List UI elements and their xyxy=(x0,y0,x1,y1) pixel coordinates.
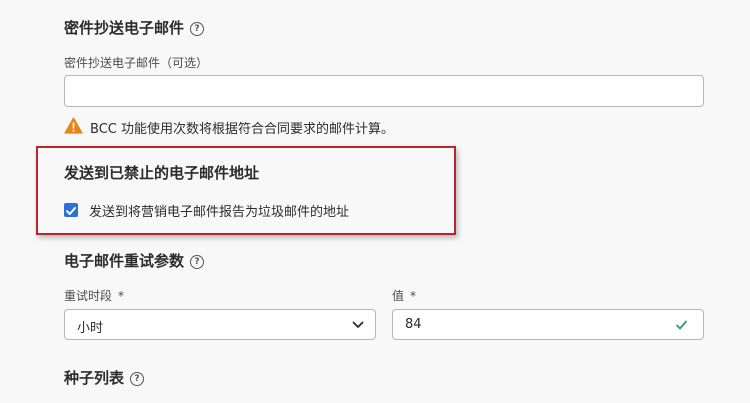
required-mark: * xyxy=(410,289,417,303)
banned-address-highlight-box xyxy=(36,146,456,235)
banned-checkbox-label[interactable]: 发送到将营销电子邮件报告为垃圾邮件的地址 xyxy=(89,201,349,220)
retry-period-label: 重试时段 * xyxy=(64,287,124,304)
retry-value-text: 84 xyxy=(405,317,422,332)
info-icon[interactable]: ? xyxy=(190,21,205,36)
bcc-warning-text: BCC 功能使用次数将根据符合合同要求的邮件计算。 xyxy=(90,122,394,137)
bcc-field-label: 密件抄送电子邮件（可选） xyxy=(64,56,209,70)
bcc-section-title: 密件抄送电子邮件? xyxy=(64,17,205,38)
retry-period-value: 小时 xyxy=(77,321,104,336)
required-mark: * xyxy=(118,289,125,303)
info-icon[interactable]: ? xyxy=(190,254,205,269)
seed-list-section-title: 种子列表? xyxy=(64,367,145,388)
bcc-title-text: 密件抄送电子邮件 xyxy=(64,19,185,37)
retry-period-select[interactable]: 小时 xyxy=(64,309,376,340)
retry-period-label-text: 重试时段 xyxy=(64,289,113,303)
checkmark-icon xyxy=(66,207,76,215)
warning-icon xyxy=(64,117,84,135)
bcc-email-field[interactable] xyxy=(64,75,704,107)
seed-title-text: 种子列表 xyxy=(64,369,125,387)
banned-section-title: 发送到已禁止的电子邮件地址 xyxy=(64,164,260,182)
retry-value-label-text: 值 xyxy=(392,289,405,303)
checkmark-icon xyxy=(676,320,687,330)
retry-value-input[interactable]: 84 xyxy=(392,309,704,340)
banned-address-checkbox[interactable] xyxy=(64,203,78,217)
retry-section-title: 电子邮件重试参数? xyxy=(64,250,205,271)
info-icon[interactable]: ? xyxy=(130,371,145,386)
retry-title-text: 电子邮件重试参数 xyxy=(64,252,185,270)
retry-value-label: 值 * xyxy=(392,287,416,304)
chevron-down-icon xyxy=(352,321,364,328)
